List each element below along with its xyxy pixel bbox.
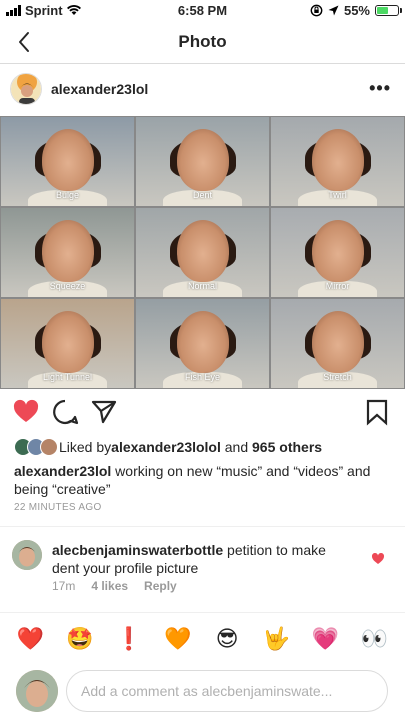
comment-input-row xyxy=(0,664,405,720)
nav-header: Photo xyxy=(0,22,405,64)
star-struck-emoji[interactable]: 🤩 xyxy=(65,629,95,651)
filter-label: Bulge xyxy=(55,190,80,200)
post-author-username[interactable]: alexander23lol xyxy=(51,81,148,97)
filter-tile: Stretch xyxy=(271,299,404,388)
comment-meta: 17m 4 likes Reply xyxy=(52,579,177,593)
divider xyxy=(0,612,405,613)
location-icon xyxy=(328,5,339,16)
battery-fill xyxy=(377,7,388,14)
bookmark-icon[interactable] xyxy=(363,398,391,426)
growing-heart-emoji[interactable]: 💗 xyxy=(310,629,340,651)
battery-percent: 55% xyxy=(343,3,370,18)
share-icon[interactable] xyxy=(90,398,118,426)
tile-face xyxy=(176,219,229,282)
liked-by-row[interactable]: Liked by alexander23lolol and 965 others xyxy=(14,438,322,456)
eyes-emoji[interactable]: 👀 xyxy=(359,629,389,651)
filter-tile: Mirror xyxy=(271,208,404,297)
commenter-avatar[interactable] xyxy=(12,540,42,570)
filter-label: Mirror xyxy=(325,281,350,291)
liker-avatars xyxy=(14,438,58,456)
filter-tile: Fish Eye xyxy=(136,299,269,388)
like-heart-icon[interactable] xyxy=(12,398,40,426)
comment-like-heart-icon[interactable] xyxy=(371,552,385,566)
filter-label: Dent xyxy=(192,190,212,200)
post-caption: alexander23lol working on new “music” an… xyxy=(14,462,394,498)
filter-label: Twirl xyxy=(328,190,347,200)
status-bar: Sprint 6:58 PM 55% xyxy=(0,0,405,22)
post-header: alexander23lol ••• xyxy=(0,64,405,116)
comment-likes[interactable]: 4 likes xyxy=(91,579,128,593)
liked-by-and: and xyxy=(220,439,253,455)
tile-face xyxy=(41,219,94,282)
tile-face xyxy=(176,310,229,373)
filter-label: Fish Eye xyxy=(184,372,220,382)
liked-by-prefix: Liked by xyxy=(59,439,112,455)
status-right: 55% xyxy=(310,3,402,18)
post-author-avatar[interactable] xyxy=(10,73,42,105)
divider xyxy=(0,526,405,527)
red-heart-emoji[interactable]: ❤️ xyxy=(16,629,46,651)
orange-heart-emoji[interactable]: 🧡 xyxy=(163,629,193,651)
tile-face xyxy=(41,310,94,373)
tile-face xyxy=(41,128,94,191)
tile-face xyxy=(176,128,229,191)
liked-by-count[interactable]: 965 others xyxy=(252,439,322,455)
tile-face xyxy=(311,310,364,373)
filter-label: Squeeze xyxy=(49,281,86,291)
filter-tile: Dent xyxy=(136,117,269,206)
post-photo[interactable]: Bulge Dent Twirl Squeeze Normal Mirror Light T… xyxy=(0,116,405,389)
tile-face xyxy=(311,128,364,191)
quick-emoji-bar: ❤️ 🤩 ❗ 🧡 😎 🤟 💗 👀 xyxy=(0,620,405,660)
post-actions xyxy=(0,396,405,432)
comment-input[interactable] xyxy=(66,670,388,712)
sunglasses-emoji[interactable]: 😎 xyxy=(212,629,242,651)
filter-tile: Squeeze xyxy=(1,208,134,297)
battery-icon xyxy=(375,5,402,16)
current-user-avatar xyxy=(16,670,58,712)
filter-label: Normal xyxy=(187,281,217,291)
filter-tile: Bulge xyxy=(1,117,134,206)
comment-icon[interactable] xyxy=(51,398,79,426)
filter-tile: Light Tunnel xyxy=(1,299,134,388)
love-you-gesture-emoji[interactable]: 🤟 xyxy=(261,629,291,651)
more-options-icon[interactable]: ••• xyxy=(369,78,391,99)
reply-button[interactable]: Reply xyxy=(144,579,177,593)
comment-item: alecbenjaminswaterbottle petition to mak… xyxy=(0,528,405,608)
comment-username[interactable]: alecbenjaminswaterbottle xyxy=(52,542,223,558)
post-timestamp: 22 MINUTES AGO xyxy=(14,502,102,513)
filter-tile: Twirl xyxy=(271,117,404,206)
filter-label: Stretch xyxy=(323,372,352,382)
tile-face xyxy=(311,219,364,282)
liker-avatar xyxy=(40,438,58,456)
exclamation-emoji[interactable]: ❗ xyxy=(114,629,144,651)
liked-by-user[interactable]: alexander23lolol xyxy=(111,439,221,455)
page-title: Photo xyxy=(178,32,227,51)
filter-tile: Normal xyxy=(136,208,269,297)
filter-label: Light Tunnel xyxy=(42,372,93,382)
orientation-lock-icon xyxy=(310,4,323,17)
caption-username[interactable]: alexander23lol xyxy=(14,463,111,479)
comment-body: alecbenjaminswaterbottle petition to mak… xyxy=(52,541,352,577)
comment-time: 17m xyxy=(52,579,76,593)
